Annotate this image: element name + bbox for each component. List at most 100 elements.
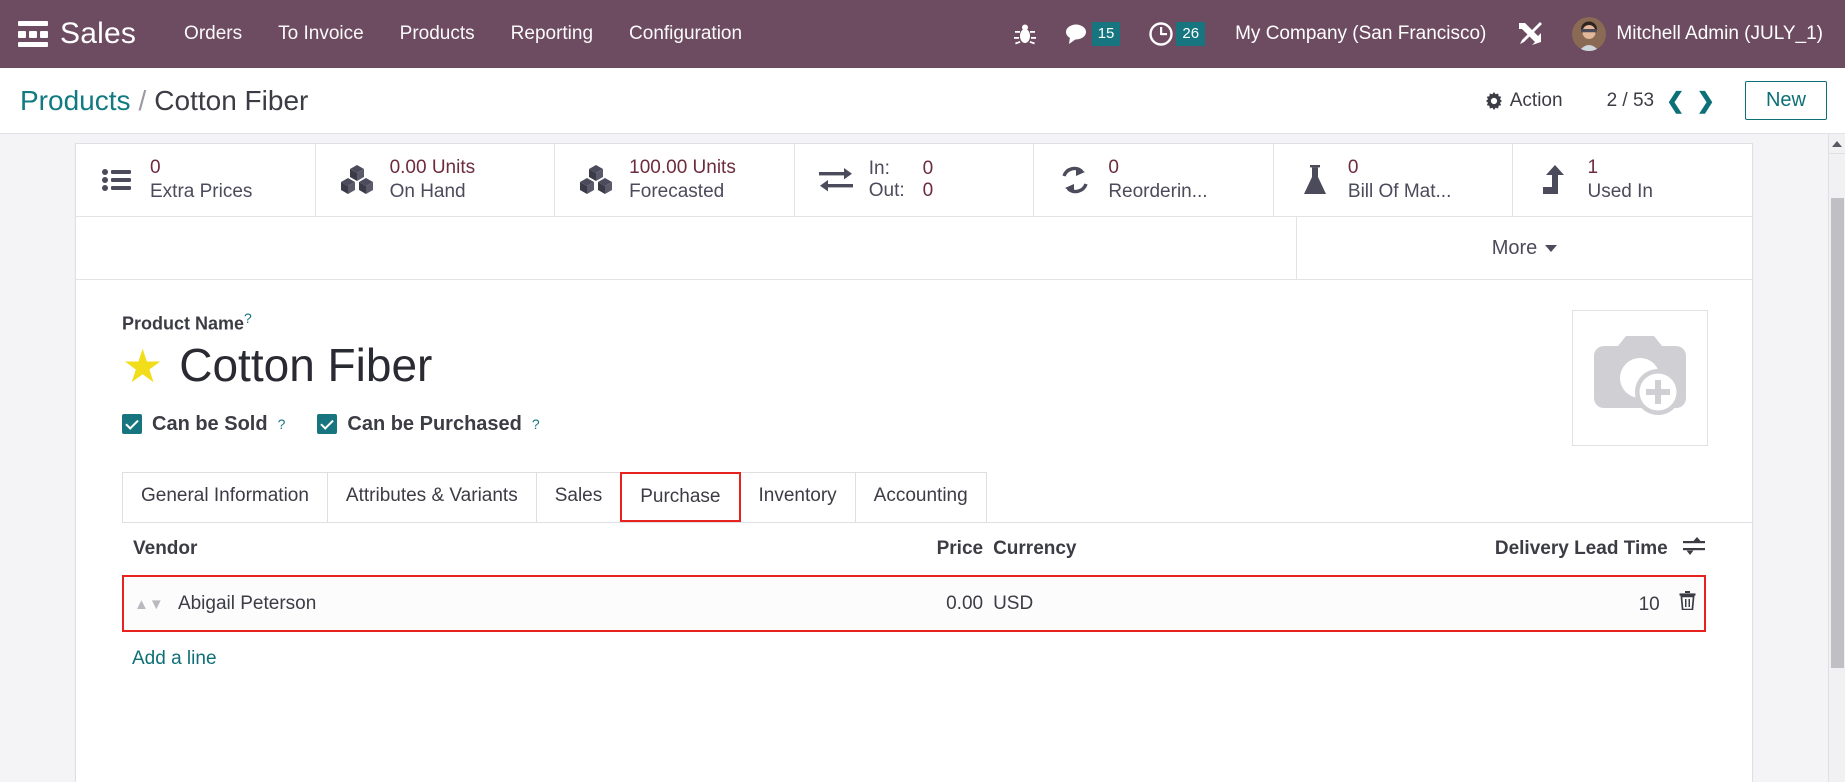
messages-count: 15 — [1091, 22, 1121, 46]
stat-label: Forecasted — [629, 181, 725, 202]
nav-item-configuration[interactable]: Configuration — [615, 15, 756, 53]
checkbox-can-be-purchased[interactable]: Can be Purchased? — [317, 413, 540, 436]
user-menu[interactable]: Mitchell Admin (JULY_1) — [1558, 17, 1829, 51]
checkbox-label: Can be Sold — [152, 412, 268, 435]
cell-price[interactable]: 0.00 — [866, 575, 994, 632]
scrollbar-thumb[interactable] — [1831, 198, 1844, 668]
stat-text: 0 Bill Of Mat... — [1348, 156, 1451, 204]
field-label-text: Product Name — [122, 313, 245, 334]
checkbox-icon[interactable] — [122, 414, 142, 435]
help-tooltip-icon[interactable]: ? — [278, 416, 286, 432]
product-image-upload[interactable] — [1572, 310, 1708, 446]
record-pager: 2 / 53 ❮ ❯ — [1606, 89, 1715, 112]
stat-text: 0.00 Units On Hand — [390, 156, 476, 204]
refresh-icon — [1056, 166, 1094, 194]
stat-button-reordering[interactable]: 0 Reorderin... — [1034, 144, 1274, 216]
stat-text: 100.00 Units Forecasted — [629, 156, 736, 204]
new-button[interactable]: New — [1744, 81, 1827, 120]
chevron-left-icon[interactable]: ❮ — [1666, 89, 1684, 112]
stat-text: 0 Reorderin... — [1108, 156, 1207, 204]
nav-item-reporting[interactable]: Reporting — [497, 15, 607, 53]
column-settings-icon[interactable] — [1683, 537, 1705, 560]
navbar-right-tools: 15 26 My Company (San Francisco) Mitchel… — [1000, 17, 1829, 51]
stat-button-extra-prices[interactable]: 0 Extra Prices — [76, 144, 316, 216]
tab-general-information[interactable]: General Information — [122, 472, 328, 522]
product-name-input[interactable]: Cotton Fiber — [179, 340, 432, 391]
checkbox-can-be-sold[interactable]: Can be Sold? — [122, 413, 285, 436]
vendor-pricelist-table: Vendor Price Currency Delivery Lead Time — [122, 523, 1706, 632]
activities-button[interactable]: 26 — [1134, 21, 1219, 47]
more-button[interactable]: More — [1297, 217, 1752, 279]
trash-icon[interactable] — [1679, 591, 1696, 614]
table-row[interactable]: ▲▼ Abigail Peterson 0.00 USD 10 — [122, 575, 1706, 632]
column-header-price[interactable]: Price — [866, 523, 994, 577]
top-navbar: Sales Orders To Invoice Products Reporti… — [0, 0, 1845, 68]
form-body: Product Name? ★ Cotton Fiber Can be Sold… — [76, 280, 1752, 446]
nav-item-products[interactable]: Products — [386, 15, 489, 53]
stat-button-in-out[interactable]: In: 0 Out: 0 — [794, 144, 1035, 216]
cell-vendor-value: Abigail Peterson — [177, 592, 317, 614]
help-tooltip-icon[interactable]: ? — [532, 416, 540, 432]
more-row-filler — [76, 217, 1297, 279]
avatar — [1572, 17, 1607, 51]
product-title-line: ★ Cotton Fiber — [122, 340, 1552, 391]
nav-item-orders[interactable]: Orders — [170, 15, 256, 53]
app-brand[interactable]: Sales — [60, 17, 136, 51]
form-main-column: Product Name? ★ Cotton Fiber Can be Sold… — [122, 310, 1552, 446]
breadcrumb-root[interactable]: Products — [20, 85, 131, 117]
bug-icon[interactable] — [1000, 22, 1050, 46]
tab-attributes-variants[interactable]: Attributes & Variants — [326, 472, 537, 522]
stat-text: 0 Extra Prices — [150, 156, 252, 204]
drag-handle-icon[interactable]: ▲▼ — [134, 596, 164, 613]
vertical-scrollbar[interactable] — [1828, 134, 1845, 782]
stat-button-on-hand[interactable]: 0.00 Units On Hand — [315, 144, 556, 216]
stat-in-value: 0 — [922, 158, 934, 179]
stat-value: 1 — [1587, 157, 1599, 179]
scroll-up-arrow[interactable] — [1829, 134, 1845, 154]
company-switcher[interactable]: My Company (San Francisco) — [1219, 23, 1502, 45]
column-header-delivery-lead-time-label: Delivery Lead Time — [1494, 538, 1668, 560]
stat-label: Reorderin... — [1108, 181, 1208, 202]
apps-grid-icon[interactable] — [18, 21, 48, 47]
cell-currency[interactable]: USD — [993, 575, 1342, 632]
tab-sales[interactable]: Sales — [535, 472, 622, 522]
messages-button[interactable]: 15 — [1050, 22, 1135, 46]
tab-purchase[interactable]: Purchase — [620, 472, 741, 522]
stat-button-used-in[interactable]: 1 Used In — [1513, 144, 1753, 216]
stat-out-value: 0 — [922, 180, 934, 201]
arrow-up-right-icon — [1535, 165, 1573, 195]
stat-label: Bill Of Mat... — [1347, 181, 1452, 202]
stat-button-forecasted[interactable]: 100.00 Units Forecasted — [555, 144, 795, 216]
caret-down-icon — [1545, 244, 1558, 252]
stat-button-bill-of-materials[interactable]: 0 Bill Of Mat... — [1273, 144, 1514, 216]
activities-count: 26 — [1176, 22, 1206, 46]
stat-value: 0 — [1108, 157, 1119, 179]
column-header-delivery-lead-time[interactable]: Delivery Lead Time — [1341, 523, 1705, 577]
gear-icon — [1485, 91, 1502, 110]
tab-accounting[interactable]: Accounting — [854, 472, 987, 522]
chevron-right-icon[interactable]: ❯ — [1697, 89, 1715, 112]
vendor-pricelist-table-wrap: Vendor Price Currency Delivery Lead Time — [76, 523, 1752, 670]
cell-lead-time[interactable]: 10 — [1341, 575, 1706, 632]
cell-lead-time-value: 10 — [1638, 594, 1660, 615]
checkbox-icon[interactable] — [317, 414, 338, 435]
column-header-vendor[interactable]: Vendor — [123, 523, 867, 577]
stat-button-row: 0 Extra Prices 0.00 Units On Hand 100.00… — [76, 144, 1753, 217]
cell-vendor[interactable]: ▲▼ Abigail Peterson — [122, 575, 867, 632]
stat-value: 100.00 Units — [629, 157, 736, 179]
action-button[interactable]: Action — [1471, 84, 1577, 118]
column-header-currency[interactable]: Currency — [993, 523, 1342, 577]
add-a-line-button[interactable]: Add a line — [122, 632, 217, 670]
chat-bubble-icon — [1065, 24, 1086, 44]
tab-inventory[interactable]: Inventory — [739, 472, 856, 522]
action-label: Action — [1509, 89, 1563, 111]
list-bullet-icon — [98, 168, 136, 192]
pager-counter: 2 / 53 — [1606, 89, 1655, 111]
nav-item-to-invoice[interactable]: To Invoice — [264, 15, 378, 53]
stat-value: 0.00 Units — [389, 157, 476, 179]
help-tooltip-icon[interactable]: ? — [244, 310, 252, 326]
wrench-screwdriver-icon[interactable] — [1502, 20, 1558, 48]
table-header-row: Vendor Price Currency Delivery Lead Time — [123, 523, 1705, 577]
breadcrumb-separator: / — [138, 84, 147, 116]
star-icon[interactable]: ★ — [122, 343, 163, 389]
